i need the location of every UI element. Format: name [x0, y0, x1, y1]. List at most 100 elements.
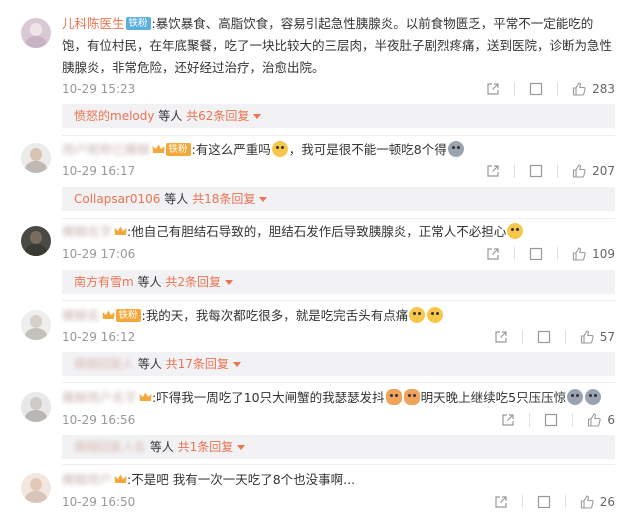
comment-text: 用户昵称已模糊 铁粉:有这么严重吗 ，我可是很不能一顿吃8个得 [62, 139, 615, 161]
avatar[interactable] [21, 143, 51, 173]
avatar[interactable] [21, 18, 51, 48]
husky-emoji-icon [567, 389, 584, 405]
username-link[interactable]: 模糊名字 [62, 224, 112, 239]
avatar[interactable] [21, 226, 51, 256]
username-link[interactable]: 模糊名 [62, 308, 100, 323]
comment-icon[interactable] [529, 247, 543, 261]
username-link[interactable]: 模糊用户 [62, 472, 112, 487]
thumbs-up-icon[interactable] [572, 82, 586, 96]
reply-summary[interactable]: 愤怒的melody 等人 共62条回复 [62, 104, 615, 128]
comment-icon[interactable] [529, 164, 543, 178]
share-icon[interactable] [486, 247, 500, 261]
comment-time: 10-29 16:50 [62, 495, 136, 509]
crown-icon [139, 392, 152, 401]
username-link[interactable]: 用户昵称已模糊 [62, 142, 150, 157]
comment-text: 模糊名字 :他自己有胆结石导致的，胆结石发作后导致胰腺炎，正常人不必担心 [62, 221, 615, 243]
username-link[interactable]: 儿科陈医生 [62, 16, 125, 31]
reply-mid-text: 等人 [134, 357, 166, 371]
comment-meta: 10-29 17:06 109 [62, 244, 615, 264]
like-count: 207 [592, 164, 615, 178]
reply-mid-text: 等人 [146, 440, 178, 454]
avatar[interactable] [21, 310, 51, 340]
like-count: 6 [607, 413, 615, 427]
comment-time: 10-29 16:56 [62, 413, 136, 427]
like-count: 57 [599, 330, 615, 344]
comment-body: :不是吧 我有一次一天吃了8个也没事啊... [127, 472, 356, 487]
avatar[interactable] [21, 473, 51, 503]
comment-meta: 10-29 16:12 57 [62, 327, 615, 347]
thumbs-up-icon[interactable] [572, 164, 586, 178]
reply-summary[interactable]: Collapsar0106 等人 共18条回复 [62, 187, 615, 211]
fan-badge: 铁粉 [125, 17, 151, 30]
laugh-cry-emoji-icon [409, 307, 426, 323]
comment-actions: 207 [486, 161, 615, 181]
reply-user[interactable]: 模糊回复人 [74, 357, 134, 371]
share-icon[interactable] [494, 330, 508, 344]
share-icon[interactable] [494, 495, 508, 509]
comment-icon[interactable] [537, 495, 551, 509]
crown-icon [114, 474, 127, 483]
username-link[interactable]: 模糊用户名字 [62, 390, 137, 405]
husky-emoji-icon [585, 389, 602, 405]
thumbs-up-icon[interactable] [587, 413, 602, 427]
comment-icon[interactable] [544, 413, 558, 427]
thumbs-up-icon[interactable] [572, 247, 586, 261]
reply-user[interactable]: 愤怒的melody [74, 109, 154, 123]
comment-actions: 6 [501, 410, 615, 430]
like-count: 109 [592, 247, 615, 261]
comment-text: 模糊用户名字 :吓得我一周吃了10只大闸蟹的我瑟瑟发抖 明天晚上继续吃5只压压惊 [62, 387, 615, 409]
crying-emoji-icon [271, 141, 288, 157]
reply-count[interactable]: 共18条回复 [192, 192, 255, 206]
thumbs-up-icon[interactable] [580, 330, 594, 344]
comment-body: :他自己有胆结石导致的，胆结石发作后导致胰腺炎，正常人不必担心 [127, 224, 507, 239]
comment-meta: 10-29 16:56 6 [62, 410, 615, 430]
share-icon[interactable] [486, 82, 500, 96]
reply-mid-text: 等人 [133, 275, 166, 289]
caret-down-icon[interactable] [232, 362, 241, 367]
reply-count[interactable]: 共2条回复 [165, 275, 221, 289]
reply-user[interactable]: Collapsar0106 [74, 192, 160, 206]
comment-icon[interactable] [529, 82, 543, 96]
comment-time: 10-29 15:23 [62, 82, 136, 96]
fan-badge: 铁粉 [115, 309, 141, 322]
comment-time: 10-29 16:17 [62, 164, 136, 178]
caret-down-icon[interactable] [259, 197, 268, 202]
comment-body: :吓得我一周吃了10只大闸蟹的我瑟瑟发抖 [152, 390, 385, 405]
reply-mid-text: 等人 [160, 192, 193, 206]
comment-text: 儿科陈医生 铁粉:暴饮暴食、高脂饮食，容易引起急性胰腺炎。以前食物匮乏，平常不一定… [62, 13, 615, 79]
reply-summary[interactable]: 南方有雪m 等人 共2条回复 [62, 270, 615, 294]
husky-emoji-icon [447, 141, 464, 157]
comment-meta: 10-29 15:23 283 [62, 79, 615, 99]
caret-down-icon[interactable] [237, 445, 246, 450]
comment-body-2: 明天晚上继续吃5只压压惊 [420, 390, 567, 405]
comment-time: 10-29 16:12 [62, 330, 136, 344]
comment-meta: 10-29 16:50 26 [62, 492, 615, 512]
comment-meta: 10-29 16:17 207 [62, 161, 615, 181]
reply-summary[interactable]: 模糊回复人 等人 共17条回复 [62, 352, 615, 376]
thumbs-up-icon[interactable] [580, 495, 594, 509]
comment-body-2: ，我可是很不能一顿吃8个得 [288, 142, 447, 157]
reply-count[interactable]: 共1条回复 [178, 440, 234, 454]
comment-body: :有这么严重吗 [191, 142, 271, 157]
doge-emoji-icon [507, 223, 524, 239]
avatar[interactable] [21, 392, 51, 422]
reply-user[interactable]: 南方有雪m [74, 275, 134, 289]
cat-emoji-icon [385, 389, 402, 405]
comment-text: 模糊用户 :不是吧 我有一次一天吃了8个也没事啊... [62, 469, 615, 491]
reply-summary[interactable]: 模糊回复人名 等人 共1条回复 [62, 435, 615, 459]
comment-actions: 57 [494, 327, 615, 347]
reply-count[interactable]: 共62条回复 [186, 109, 249, 123]
reply-count[interactable]: 共17条回复 [166, 357, 229, 371]
comment-text: 模糊名 铁粉:我的天，我每次都吃很多，就是吃完舌头有点痛 [62, 305, 615, 327]
comment-icon[interactable] [537, 330, 551, 344]
share-icon[interactable] [486, 164, 500, 178]
like-count: 26 [599, 495, 615, 509]
reply-mid-text: 等人 [154, 109, 187, 123]
caret-down-icon[interactable] [224, 280, 233, 285]
reply-user[interactable]: 模糊回复人名 [74, 440, 146, 454]
crown-icon [152, 144, 165, 153]
caret-down-icon[interactable] [253, 114, 262, 119]
laugh-cry-emoji-icon [427, 307, 444, 323]
comment-actions: 283 [486, 79, 615, 99]
share-icon[interactable] [501, 413, 515, 427]
